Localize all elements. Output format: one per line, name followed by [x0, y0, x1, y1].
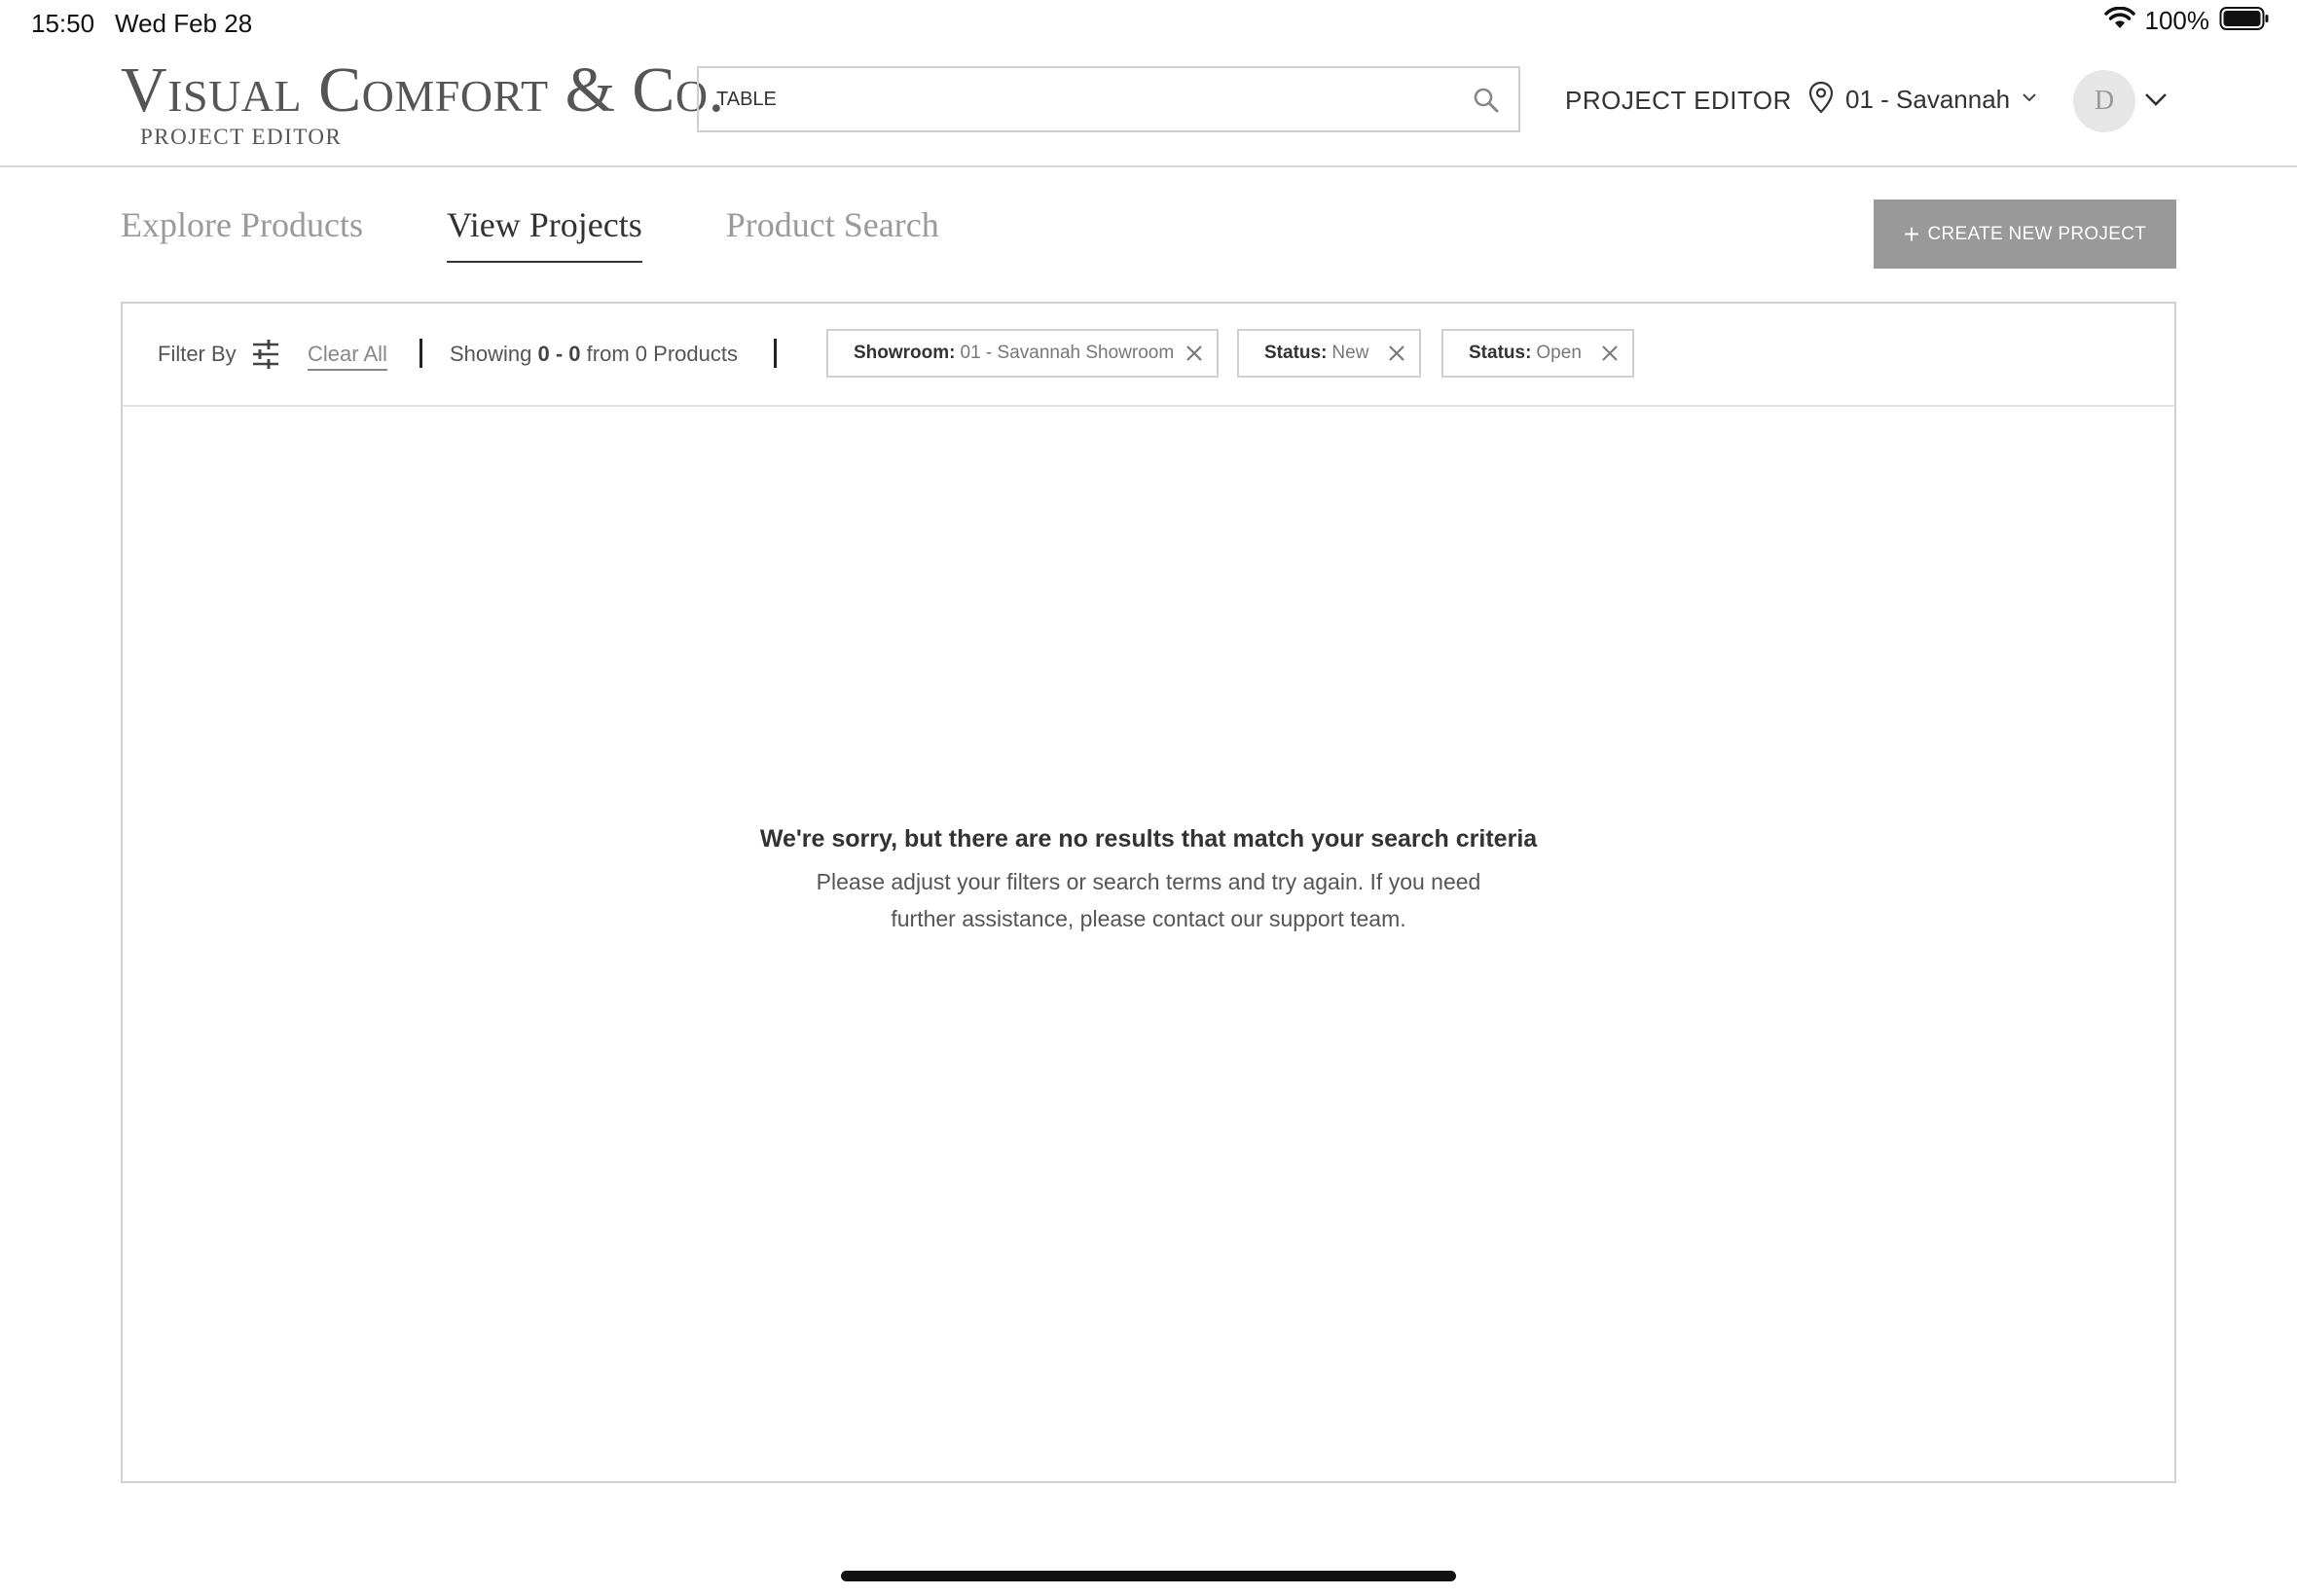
logo-subtitle: PROJECT EDITOR — [140, 125, 343, 149]
showing-from: from — [586, 342, 630, 366]
filter-chip-showroom: Showroom: 01 - Savannah Showroom — [826, 329, 1219, 378]
divider — [774, 339, 777, 368]
location-selector[interactable]: 01 - Savannah — [1808, 80, 2037, 119]
showing-range: 0 - 0 — [537, 342, 581, 366]
filter-by-label: Filter By — [158, 342, 237, 366]
filter-chip-status-open: Status: Open — [1441, 329, 1634, 378]
search-icon[interactable] — [1472, 86, 1501, 115]
status-date: Wed Feb 28 — [115, 9, 253, 38]
location-pin-icon — [1808, 81, 1834, 119]
filter-bar: Filter By Clear All Showing 0 - 0 from 0… — [123, 304, 2174, 407]
status-time: 15:50 — [31, 9, 95, 38]
chevron-down-icon — [2022, 91, 2037, 108]
wifi-icon — [2103, 6, 2135, 35]
search-box — [697, 66, 1520, 132]
plus-icon: + — [1903, 218, 1920, 249]
close-icon[interactable] — [1386, 343, 1407, 364]
brand-logo[interactable]: Visual Comfort & Co. PROJECT EDITOR — [121, 54, 725, 150]
account-chevron-down-icon[interactable] — [2143, 90, 2169, 114]
chip-value: 01 - Savannah Showroom — [960, 343, 1175, 363]
filter-chip-status-new: Status: New — [1237, 329, 1421, 378]
filter-sliders-icon[interactable] — [251, 339, 280, 375]
create-new-project-button[interactable]: + CREATE NEW PROJECT — [1874, 200, 2176, 269]
chip-value: Open — [1536, 343, 1582, 363]
results-panel: Filter By Clear All Showing 0 - 0 from 0… — [121, 302, 2176, 1483]
search-input[interactable] — [716, 68, 1456, 130]
empty-state-message: Please adjust your filters or search ter… — [816, 869, 1481, 931]
location-label: 01 - Savannah — [1845, 84, 2011, 114]
tab-product-search[interactable]: Product Search — [726, 204, 939, 263]
showing-prefix: Showing — [450, 342, 532, 366]
home-indicator[interactable] — [841, 1571, 1456, 1581]
clear-all-link[interactable]: Clear All — [308, 342, 387, 367]
chip-key: Status: — [1469, 343, 1532, 363]
avatar[interactable]: D — [2073, 70, 2135, 132]
status-indicators: 100% — [2103, 6, 2271, 36]
chip-key: Showroom: — [854, 343, 956, 363]
tab-view-projects[interactable]: View Projects — [446, 204, 642, 263]
battery-percent: 100% — [2144, 6, 2210, 35]
results-count: Showing 0 - 0 from 0 Products — [450, 342, 738, 367]
app-header: Visual Comfort & Co. PROJECT EDITOR PROJ… — [0, 47, 2297, 167]
logo-text: Visual Comfort & Co. — [121, 54, 725, 126]
close-icon[interactable] — [1599, 343, 1621, 364]
chip-key: Status: — [1264, 343, 1328, 363]
empty-state: We're sorry, but there are no results th… — [123, 825, 2174, 937]
status-bar: 15:50 Wed Feb 28 100% — [0, 0, 2297, 47]
battery-icon — [2219, 6, 2270, 36]
divider — [419, 339, 422, 368]
close-icon[interactable] — [1184, 343, 1205, 364]
main-tabs: Explore Products View Projects Product S… — [121, 204, 1023, 263]
chip-value: New — [1331, 343, 1369, 363]
create-new-project-label: CREATE NEW PROJECT — [1927, 223, 2147, 244]
tab-explore-products[interactable]: Explore Products — [121, 204, 363, 263]
showing-count: 0 Products — [635, 342, 738, 366]
empty-state-title: We're sorry, but there are no results th… — [759, 825, 1538, 852]
project-editor-link[interactable]: PROJECT EDITOR — [1565, 86, 1792, 116]
